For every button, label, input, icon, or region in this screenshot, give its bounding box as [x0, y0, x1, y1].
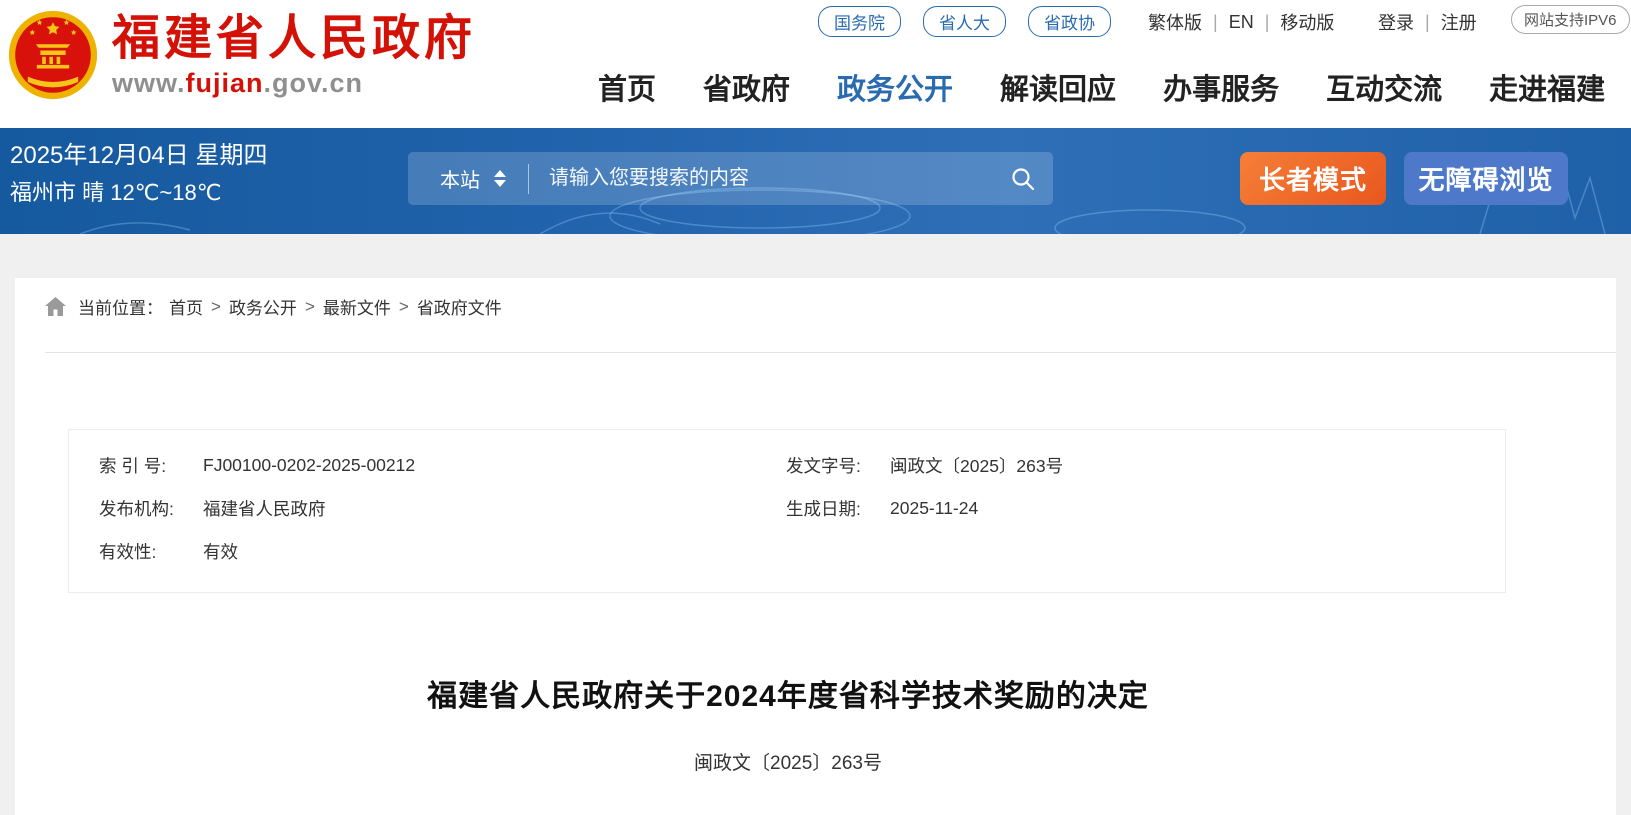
- search-input[interactable]: [549, 167, 993, 190]
- search-divider: [528, 164, 529, 194]
- generation-date-value: 2025-11-24: [890, 498, 978, 519]
- doc-info-right-column: 发文字号: 闽政文〔2025〕263号 生成日期: 2025-11-24: [786, 444, 1505, 592]
- breadcrumb-divider: [45, 352, 1616, 353]
- doc-info-left-column: 索 引 号: FJ00100-0202-2025-00212 发布机构: 福建省…: [69, 444, 786, 592]
- search-scope-value: 本站: [440, 164, 480, 193]
- accessibility-button[interactable]: 无障碍浏览: [1404, 152, 1568, 205]
- document-info-box: 索 引 号: FJ00100-0202-2025-00212 发布机构: 福建省…: [68, 429, 1506, 593]
- english-link[interactable]: EN: [1229, 12, 1254, 33]
- elder-mode-button[interactable]: 长者模式: [1240, 152, 1386, 205]
- breadcrumb-government-affairs[interactable]: 政务公开: [229, 294, 297, 319]
- breadcrumb-home[interactable]: 首页: [169, 294, 203, 319]
- index-number-value: FJ00100-0202-2025-00212: [203, 455, 415, 476]
- search-bar: 本站: [408, 152, 1053, 205]
- article-title: 福建省人民政府关于2024年度省科学技术奖励的决定: [15, 671, 1561, 715]
- nav-government-affairs[interactable]: 政务公开: [837, 66, 953, 108]
- quick-link-provincial-congress[interactable]: 省人大: [923, 6, 1006, 37]
- banner-bar: 2025年12月04日 星期四 福州市 晴 12℃~18℃ 本站 长者模式 无障…: [0, 128, 1631, 234]
- article-document-number: 闽政文〔2025〕263号: [15, 748, 1561, 775]
- content-card: 当前位置： 首页 > 政务公开 > 最新文件 > 省政府文件 索 引 号: FJ…: [15, 278, 1616, 815]
- language-links: 繁体版 | EN | 移动版: [1148, 9, 1334, 35]
- mobile-version-link[interactable]: 移动版: [1280, 9, 1334, 35]
- weather-info: 福州市 晴 12℃~18℃: [10, 178, 267, 208]
- chevron-up-down-icon: [494, 170, 506, 187]
- current-date: 2025年12月04日 星期四: [10, 140, 267, 172]
- top-header: 福建省人民政府 www.fujian.gov.cn 国务院 省人大 省政协 繁体…: [0, 0, 1631, 128]
- issuing-agency-label: 发布机构:: [99, 496, 203, 521]
- main-navigation: 首页 省政府 政务公开 解读回应 办事服务 互动交流 走进福建: [598, 66, 1605, 108]
- document-number-label: 发文字号:: [786, 453, 890, 478]
- account-links: 登录 | 注册: [1378, 9, 1477, 35]
- issuing-agency-value: 福建省人民政府: [203, 496, 326, 521]
- breadcrumb-prefix: 当前位置：: [78, 294, 163, 319]
- traditional-chinese-link[interactable]: 繁体版: [1148, 9, 1202, 35]
- home-icon: [45, 297, 66, 316]
- china-national-emblem-icon: [8, 10, 98, 100]
- index-number-label: 索 引 号:: [99, 453, 203, 478]
- quick-links: 国务院 省人大 省政协: [818, 7, 1133, 35]
- quick-link-state-council[interactable]: 国务院: [818, 6, 901, 37]
- nav-interpretation-response[interactable]: 解读回应: [1000, 66, 1116, 108]
- breadcrumb-latest-documents[interactable]: 最新文件: [323, 294, 391, 319]
- search-icon: [1010, 166, 1036, 192]
- register-link[interactable]: 注册: [1441, 9, 1477, 35]
- doc-info-row-issuing-agency: 发布机构: 福建省人民政府: [99, 487, 786, 530]
- doc-info-row-index-number: 索 引 号: FJ00100-0202-2025-00212: [99, 444, 786, 487]
- generation-date-label: 生成日期:: [786, 496, 890, 521]
- nav-into-fujian[interactable]: 走进福建: [1489, 66, 1605, 108]
- doc-info-row-generation-date: 生成日期: 2025-11-24: [786, 487, 1505, 530]
- nav-interaction[interactable]: 互动交流: [1326, 66, 1442, 108]
- doc-info-row-validity: 有效性: 有效: [99, 530, 786, 573]
- login-link[interactable]: 登录: [1378, 9, 1414, 35]
- datetime-weather: 2025年12月04日 星期四 福州市 晴 12℃~18℃: [10, 140, 267, 208]
- doc-info-row-document-number: 发文字号: 闽政文〔2025〕263号: [786, 444, 1505, 487]
- nav-provincial-government[interactable]: 省政府: [703, 66, 790, 108]
- site-url: www.fujian.gov.cn: [112, 68, 476, 99]
- document-number-value: 闽政文〔2025〕263号: [890, 453, 1063, 478]
- nav-home[interactable]: 首页: [598, 66, 656, 108]
- nav-services[interactable]: 办事服务: [1163, 66, 1279, 108]
- validity-label: 有效性:: [99, 539, 203, 564]
- site-name: 福建省人民政府: [112, 12, 476, 66]
- search-button[interactable]: [993, 152, 1053, 205]
- quick-link-provincial-cppcc[interactable]: 省政协: [1028, 6, 1111, 37]
- validity-value: 有效: [203, 539, 238, 564]
- ipv6-support-badge: 网站支持IPV6: [1511, 5, 1630, 34]
- breadcrumb-provincial-documents[interactable]: 省政府文件: [417, 294, 502, 319]
- site-logo[interactable]: 福建省人民政府 www.fujian.gov.cn: [8, 10, 476, 100]
- breadcrumb: 当前位置： 首页 > 政务公开 > 最新文件 > 省政府文件: [45, 294, 502, 319]
- search-scope-select[interactable]: 本站: [408, 164, 506, 193]
